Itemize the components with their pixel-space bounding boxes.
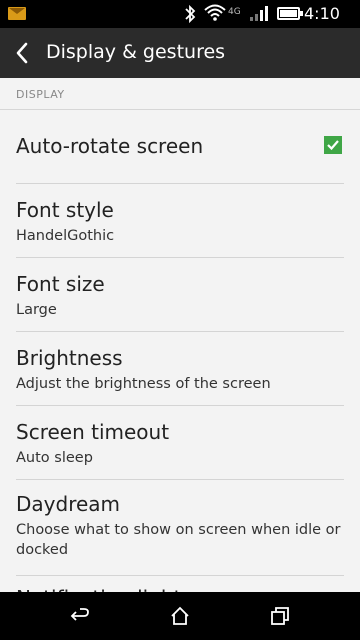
nav-back-icon[interactable] [68,604,92,628]
checkmark-icon [327,140,339,151]
navigation-bar [0,592,360,640]
settings-list: Auto-rotate screen Font style HandelGoth… [0,110,360,616]
section-header-display: DISPLAY [0,78,360,110]
setting-brightness[interactable]: Brightness Adjust the brightness of the … [0,332,360,405]
setting-value: Large [16,302,57,318]
setting-font-style[interactable]: Font style HandelGothic [0,184,360,257]
signal-icon [250,6,268,21]
battery-icon [277,7,303,20]
setting-daydream[interactable]: Daydream Choose what to show on screen w… [0,480,360,575]
setting-value: HandelGothic [16,228,115,244]
bluetooth-icon [185,4,196,24]
auto-rotate-checkbox[interactable] [324,136,342,154]
wifi-icon [204,4,226,21]
nav-home-icon[interactable] [168,604,192,628]
setting-title: Daydream [16,492,121,516]
setting-title: Auto-rotate screen [16,134,204,158]
setting-screen-timeout[interactable]: Screen timeout Auto sleep [0,406,360,479]
section-label: DISPLAY [16,88,65,101]
back-arrow-icon[interactable] [14,41,30,65]
setting-subtitle: Adjust the brightness of the screen [16,376,271,392]
setting-auto-rotate[interactable]: Auto-rotate screen [0,110,360,183]
mail-icon [8,7,26,20]
network-type-label: 4G [228,7,241,17]
status-bar: 4G 4:10 pm [0,0,360,42]
setting-font-size[interactable]: Font size Large [0,258,360,331]
setting-title: Brightness [16,346,123,370]
setting-value: Auto sleep [16,450,93,466]
nav-recent-apps-icon[interactable] [268,604,292,628]
app-header: Display & gestures [0,28,360,78]
setting-subtitle: Choose what to show on screen when idle … [16,522,341,558]
setting-title: Font style [16,198,114,222]
page-title: Display & gestures [46,41,226,63]
setting-title: Screen timeout [16,420,170,444]
setting-title: Font size [16,272,105,296]
